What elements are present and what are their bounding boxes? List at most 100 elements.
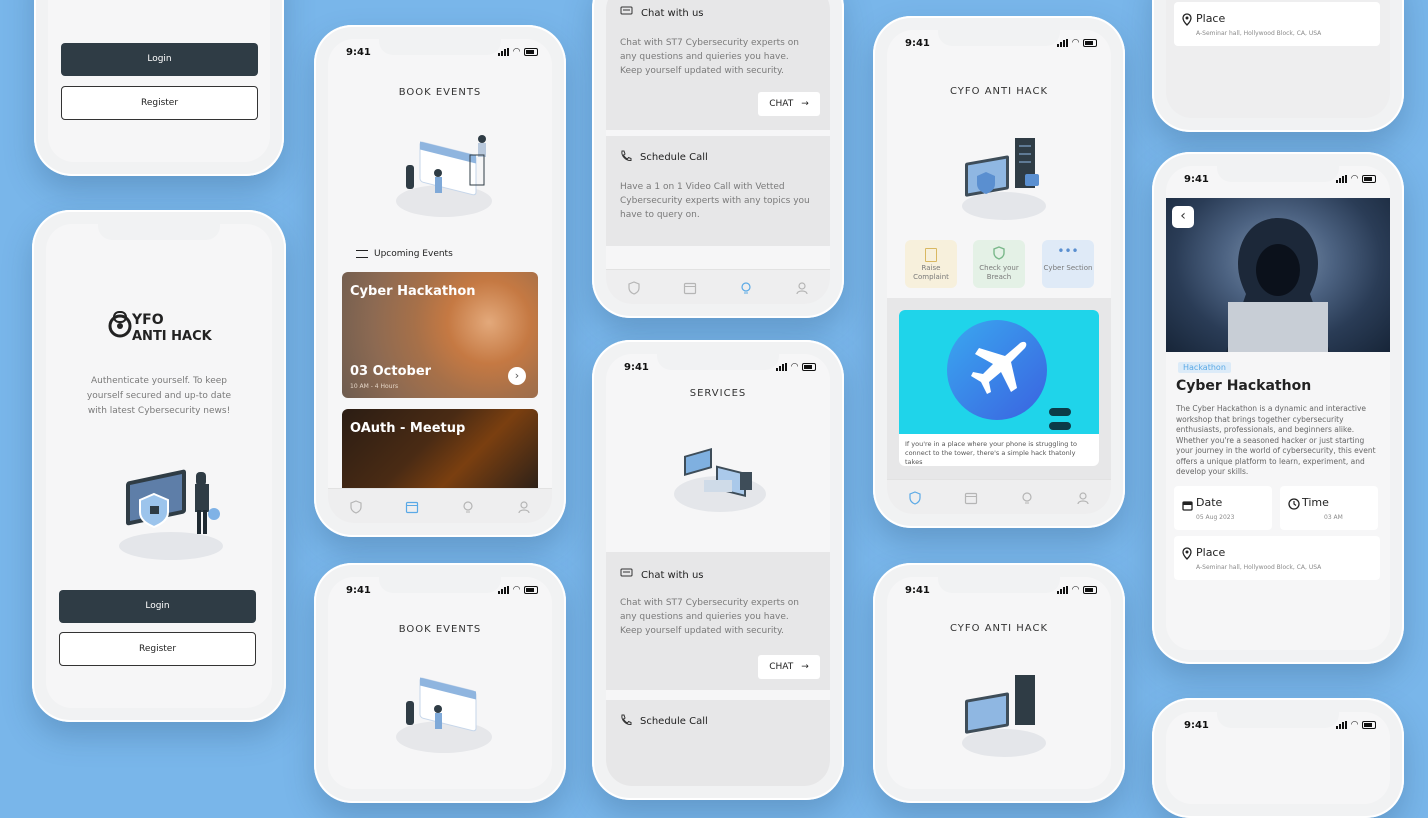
calendar-icon[interactable] — [405, 499, 419, 514]
phone-services-top: Chat with us Chat with ST7 Cybersecurity… — [592, 0, 844, 318]
calendar-icon — [1182, 496, 1193, 515]
place-card: Place A-Seminar hall, Hollywood Block, C… — [1174, 536, 1380, 580]
status-bar: 9:41 ◠ — [1166, 172, 1390, 190]
tip-card[interactable]: If you're in a place where your phone is… — [899, 310, 1099, 466]
phone-detail-bottom: 9:41 ◠ — [1152, 698, 1404, 818]
event-date: 03 October — [350, 364, 432, 379]
arrow-right-icon: → — [801, 662, 809, 672]
wifi-icon: ◠ — [791, 362, 798, 372]
status-bar: 9:41 ◠ — [328, 583, 552, 601]
phone-icon — [620, 150, 632, 165]
tip-banner — [899, 310, 1099, 434]
signal-icon — [1336, 175, 1348, 183]
chat-icon — [620, 6, 633, 20]
more-dots-icon: ••• — [1057, 244, 1079, 258]
tip-text: If you're in a place where your phone is… — [905, 440, 1077, 466]
chat-button-label: CHAT — [769, 99, 794, 109]
place-label: Place — [1196, 12, 1226, 25]
status-time: 9:41 — [346, 585, 371, 596]
wifi-icon: ◠ — [513, 47, 520, 57]
calendar-icon[interactable] — [683, 280, 697, 295]
status-bar: 9:41 ◠ — [606, 360, 830, 378]
event-description: The Cyber Hackathon is a dynamic and int… — [1176, 404, 1376, 476]
chat-button[interactable]: CHAT → — [758, 655, 820, 679]
phone-home-bottom: 9:41 ◠ CYFO ANTI HACK — [873, 563, 1125, 803]
tile-check-breach[interactable]: Check your Breach — [973, 240, 1025, 288]
battery-icon — [1362, 175, 1376, 183]
bulb-icon[interactable] — [461, 499, 475, 513]
user-icon[interactable] — [795, 280, 809, 295]
place-value: A-Seminar hall, Hollywood Block, CA, USA — [1196, 30, 1322, 37]
user-icon[interactable] — [517, 499, 531, 514]
chat-button[interactable]: CHAT → — [758, 92, 820, 116]
bulb-icon[interactable] — [739, 280, 753, 294]
home-screen: 9:41 ◠ CYFO ANTI HACK Raise Complaint Ch… — [887, 30, 1111, 514]
status-time: 9:41 — [346, 47, 371, 58]
shield-icon[interactable] — [349, 499, 363, 514]
login-button[interactable]: Login — [61, 43, 258, 76]
status-time: 9:41 — [1184, 174, 1209, 185]
place-label: Place — [1196, 546, 1226, 559]
event-detail-screen: 9:41 ◠ ‹ Hackathon Cyber Hackathon The C… — [1166, 166, 1390, 650]
time-card: Time 03 AM — [1280, 486, 1378, 530]
chat-section: Chat with us Chat with ST7 Cybersecurity… — [606, 0, 830, 130]
security-illustration — [959, 134, 1049, 224]
page-title: SERVICES — [689, 388, 747, 399]
back-button[interactable]: ‹ — [1172, 206, 1194, 228]
register-button[interactable]: Register — [61, 86, 258, 120]
battery-icon — [524, 48, 538, 56]
shield-icon[interactable] — [908, 490, 922, 505]
hero-image: ‹ — [1166, 198, 1390, 352]
phone-detail-top: Place A-Seminar hall, Hollywood Block, C… — [1152, 0, 1404, 132]
phone-book-events: 9:41 ◠ BOOK EVENTS Upcoming Events Cyber… — [314, 25, 566, 537]
tile-label: Cyber Section — [1043, 264, 1093, 272]
register-button-main[interactable]: Register — [59, 632, 256, 666]
svg-text:YFO: YFO — [131, 312, 164, 328]
event-name: OAuth - Meetup — [350, 421, 466, 436]
shield-icon[interactable] — [627, 280, 641, 295]
tab-bar — [887, 479, 1111, 514]
menu-lines-icon — [356, 250, 368, 258]
toggle-on-icon — [1049, 408, 1071, 416]
section-label: Upcoming Events — [374, 249, 453, 259]
app-title: CYFO ANTI HACK — [950, 86, 1048, 97]
airplane-mode-badge — [947, 320, 1047, 420]
status-bar: 9:41 ◠ — [328, 45, 552, 63]
wifi-icon: ◠ — [1351, 174, 1358, 184]
status-bar: 9:41 ◠ — [887, 583, 1111, 601]
battery-icon — [802, 363, 816, 371]
toggle-off-icon — [1049, 422, 1071, 430]
call-section: Schedule Call Have a 1 on 1 Video Call w… — [606, 136, 830, 246]
location-pin-icon — [1182, 11, 1192, 30]
calendar-icon[interactable] — [964, 490, 978, 505]
call-section: Schedule Call — [606, 700, 830, 786]
event-card-hackathon[interactable]: Cyber Hackathon 03 October 10 AM - 4 Hou… — [342, 272, 538, 398]
login-button-main[interactable]: Login — [59, 590, 256, 623]
chevron-right-icon[interactable]: › — [508, 367, 526, 385]
signal-icon — [1057, 586, 1069, 594]
wifi-icon: ◠ — [1072, 585, 1079, 595]
tile-raise-complaint[interactable]: Raise Complaint — [905, 240, 957, 288]
status-time: 9:41 — [1184, 720, 1209, 731]
signal-icon — [498, 586, 510, 594]
login-screen-top: Login Register — [48, 0, 270, 162]
phone-icon — [620, 714, 632, 729]
wifi-icon: ◠ — [1072, 38, 1079, 48]
login-tagline: Authenticate yourself. To keep yourself … — [86, 376, 232, 416]
tip-panel: If you're in a place where your phone is… — [887, 298, 1111, 480]
phone-book-events-bottom: 9:41 ◠ BOOK EVENTS — [314, 563, 566, 803]
event-meta: 10 AM - 4 Hours — [350, 383, 399, 390]
chat-heading: Chat with us — [620, 568, 704, 582]
tile-cyber-section[interactable]: ••• Cyber Section — [1042, 240, 1094, 288]
bulb-icon[interactable] — [1020, 490, 1034, 504]
place-card: Place A-Seminar hall, Hollywood Block, C… — [1174, 2, 1380, 46]
login-illustration — [116, 454, 226, 564]
status-time: 9:41 — [905, 38, 930, 49]
place-value: A-Seminar hall, Hollywood Block, CA, USA — [1196, 564, 1322, 571]
shield-check-icon — [993, 246, 1005, 262]
battery-icon — [524, 586, 538, 594]
notch — [98, 224, 220, 240]
phone-home: 9:41 ◠ CYFO ANTI HACK Raise Complaint Ch… — [873, 16, 1125, 528]
user-icon[interactable] — [1076, 490, 1090, 505]
signal-icon — [1057, 39, 1069, 47]
